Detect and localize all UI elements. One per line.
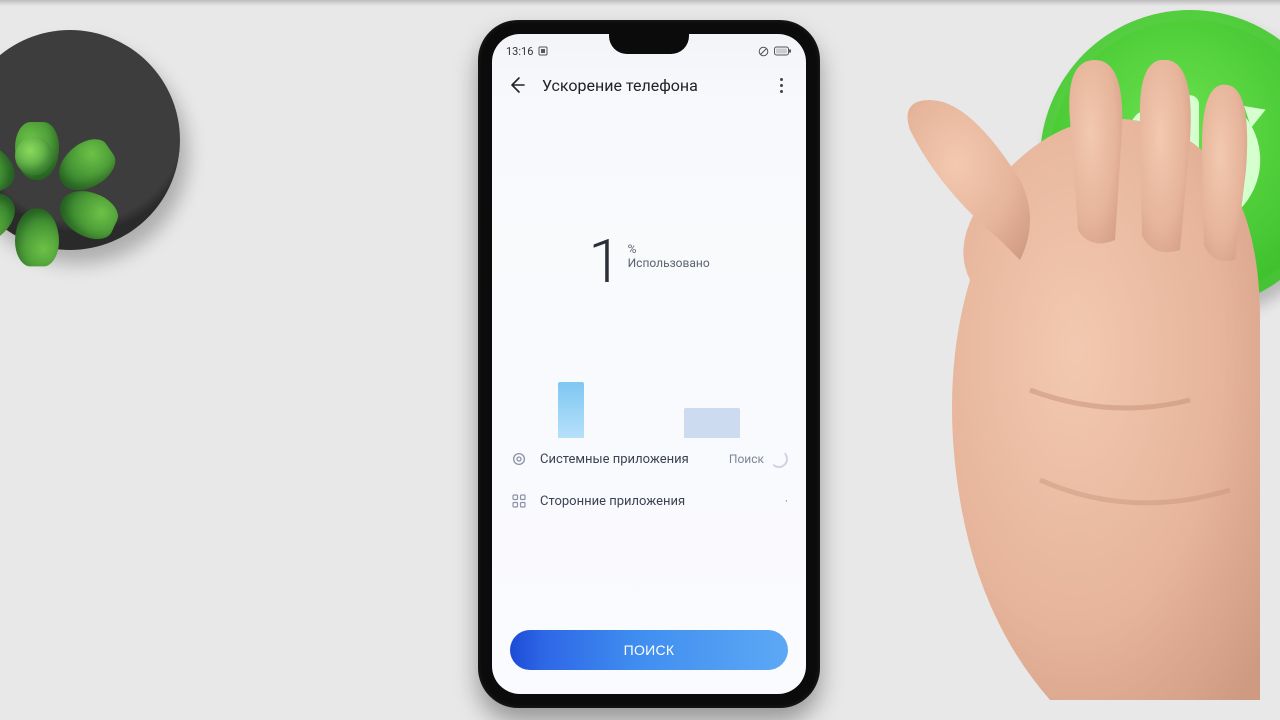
- row-third-party-apps[interactable]: Сторонние приложения ·: [492, 480, 806, 522]
- phone-screen: 13:16: [492, 34, 806, 694]
- loading-spinner-icon: [770, 450, 788, 468]
- gear-icon: [510, 450, 528, 468]
- back-button[interactable]: [506, 74, 528, 96]
- row-third-party-trailing: ·: [785, 494, 788, 508]
- bar-system-apps: [558, 382, 584, 438]
- sim-icon: [538, 46, 548, 56]
- row-system-apps-label: Системные приложения: [540, 452, 717, 467]
- usage-summary: 1 % Использовано: [492, 232, 806, 292]
- app-header: Ускорение телефона: [492, 64, 806, 102]
- row-system-apps-trailing: Поиск: [729, 452, 764, 466]
- page-title: Ускорение телефона: [542, 76, 756, 95]
- desk-shadow: [0, 0, 1280, 6]
- plant-decoration: [0, 30, 180, 250]
- bottom-area: ПОИСК: [492, 630, 806, 694]
- power-icon: [1100, 70, 1280, 250]
- status-time: 13:16: [506, 45, 533, 58]
- bar-third-party-apps: [684, 408, 740, 438]
- usage-bars: [492, 372, 806, 438]
- do-not-disturb-icon: [758, 46, 769, 57]
- phone-notch: [609, 34, 689, 54]
- row-system-apps[interactable]: Системные приложения Поиск: [492, 438, 806, 480]
- more-vertical-icon: [770, 78, 792, 93]
- power-logo-coaster: [1040, 10, 1280, 310]
- battery-icon: [774, 46, 792, 56]
- arrow-left-icon: [507, 75, 527, 95]
- row-third-party-label: Сторонние приложения: [540, 494, 773, 509]
- usage-label: Использовано: [628, 256, 710, 270]
- usage-value: 1: [588, 232, 621, 292]
- overflow-menu-button[interactable]: [770, 78, 792, 93]
- apps-grid-icon: [510, 492, 528, 510]
- usage-percent-sign: %: [628, 242, 710, 256]
- search-button[interactable]: ПОИСК: [510, 630, 788, 670]
- phone-device: 13:16: [478, 20, 820, 708]
